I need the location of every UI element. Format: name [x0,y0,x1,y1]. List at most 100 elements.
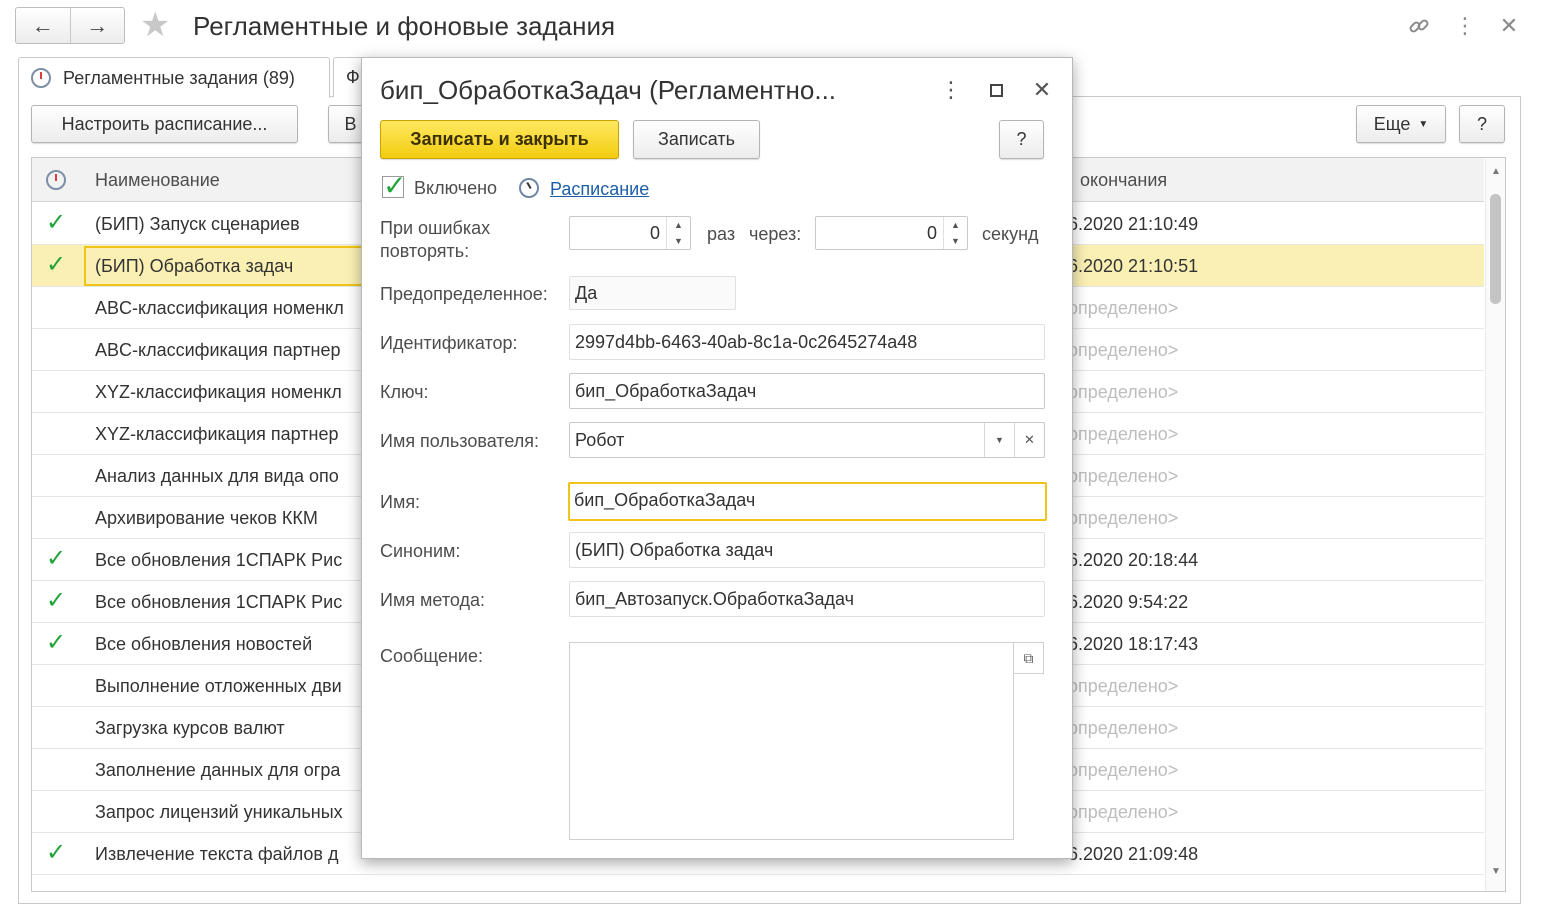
predefined-label: Предопределенное: [380,284,548,304]
end-time-cell: 6.2020 20:18:44 [1068,550,1199,570]
enabled-checkbox[interactable] [382,169,406,202]
end-time-cell: определено> [1068,298,1179,318]
user-value: Робот [575,430,625,450]
key-label: Ключ: [380,382,429,402]
job-name-cell: Анализ данных для вида опо [95,466,339,486]
scroll-down-icon[interactable]: ▼ [1491,866,1501,877]
job-name-cell: Все обновления 1СПАРК Рис [95,550,343,570]
job-name-cell: Архивирование чеков ККМ [95,508,318,528]
user-label: Имя пользователя: [380,431,540,451]
retry-count-input[interactable]: 0 ▲ ▼ [569,216,691,250]
dropdown-arrow-icon[interactable]: ▼ [984,423,1014,457]
enabled-check-icon: ✓ [46,629,67,656]
job-name-cell: (БИП) Запуск сценариев [95,214,300,234]
synonym-label: Синоним: [380,541,461,561]
end-time-cell: определено> [1068,718,1179,738]
forward-button[interactable]: → [69,8,125,43]
column-header-end[interactable]: окончания [1080,158,1167,202]
end-time-cell: 6.2020 21:09:48 [1068,844,1199,864]
vertical-dots-icon[interactable]: ⋮ [936,72,966,108]
dialog-help-button[interactable]: ? [999,120,1044,159]
dialog-title: бип_ОбработкаЗадач (Регламентно... [380,75,837,105]
enabled-check-icon: ✓ [46,587,67,614]
tab-scheduled-jobs[interactable]: Регламентные задания (89) [18,57,330,98]
save-and-close-button[interactable]: Записать и закрыть [380,120,619,159]
job-name-cell: ABC-классификация партнер [95,340,341,360]
message-textarea[interactable] [569,642,1014,840]
retry-label: При ошибках повторять: [380,218,491,261]
enabled-check-icon: ✓ [46,545,67,572]
end-time-cell: определено> [1068,340,1179,360]
job-name-cell: Загрузка курсов валют [95,718,285,738]
arrow-right-icon: → [86,12,109,38]
job-name-cell: Заполнение данных для огра [95,760,341,780]
dropdown-arrow-icon: ▼ [1418,118,1429,130]
column-header-name[interactable]: Наименование [95,158,220,202]
link-icon[interactable] [1404,8,1434,44]
maximize-button[interactable] [981,72,1011,108]
end-time-cell: определено> [1068,760,1179,780]
vertical-scrollbar[interactable]: ▲ ▼ [1485,158,1505,891]
clear-icon[interactable]: ✕ [1014,423,1044,457]
times-label: раз [707,224,736,244]
schedule-link[interactable]: Расписание [550,178,649,200]
end-time-cell: 6.2020 9:54:22 [1068,592,1189,612]
favorite-star-icon[interactable]: ★ [140,6,170,44]
synonym-field: (БИП) Обработка задач [569,532,1045,568]
save-button[interactable]: Записать [633,120,760,159]
retry-count-value: 0 [649,223,660,243]
more-button[interactable]: Еще ▼ [1356,105,1446,143]
vertical-dots-icon[interactable]: ⋮ [1450,8,1480,44]
close-icon: ✕ [1499,13,1519,38]
tab-label: Ф [346,67,360,87]
open-editor-icon[interactable]: ⧉ [1014,642,1044,674]
scrollbar-thumb[interactable] [1490,194,1501,304]
method-label: Имя метода: [380,590,486,610]
dialog-close-button[interactable]: ✕ [1027,72,1057,108]
name-label: Имя: [380,492,421,512]
enabled-label: Включено [414,178,498,198]
end-time-cell: определено> [1068,382,1179,402]
end-time-cell: 6.2020 21:10:51 [1068,256,1199,276]
clock-icon [46,170,66,190]
job-edit-dialog: бип_ОбработкаЗадач (Регламентно... ⋮ ✕ З… [361,57,1073,859]
tab-label: Регламентные задания (89) [63,67,295,88]
name-input[interactable]: бип_ОбработкаЗадач [568,482,1047,521]
user-select[interactable]: Робот ▼ ✕ [569,422,1045,458]
end-time-cell: 6.2020 18:17:43 [1068,634,1199,654]
end-time-cell: определено> [1068,508,1179,528]
job-name-cell: XYZ-классификация партнер [95,424,339,444]
message-label: Сообщение: [380,646,483,666]
retry-interval-input[interactable]: 0 ▲ ▼ [815,216,968,250]
job-name-cell: Все обновления новостей [95,634,313,654]
maximize-icon [989,83,1003,97]
help-button[interactable]: ? [1459,105,1505,143]
end-time-cell: определено> [1068,466,1179,486]
enabled-check-icon: ✓ [46,251,67,278]
schedule-icon [519,178,539,198]
end-time-cell: определено> [1068,802,1179,822]
retry-count-spinner[interactable]: ▲ ▼ [666,217,690,249]
after-label: через: [749,224,802,244]
end-time-cell: 6.2020 21:10:49 [1068,214,1199,234]
job-name-cell: Выполнение отложенных дви [95,676,342,696]
key-input[interactable]: бип_ОбработкаЗадач [569,373,1045,409]
id-label: Идентификатор: [380,333,518,353]
close-window-button[interactable]: ✕ [1494,8,1524,44]
retry-interval-spinner[interactable]: ▲ ▼ [943,217,967,249]
back-button[interactable]: ← [16,8,70,43]
clock-icon [31,68,51,88]
id-field: 2997d4bb-6463-40ab-8c1a-0c2645274a48 [569,324,1045,360]
job-name-cell: ABC-классификация номенкл [95,298,344,318]
scroll-up-icon[interactable]: ▲ [1491,166,1501,177]
job-name-cell: Извлечение текста файлов д [95,844,339,864]
job-name-cell: XYZ-классификация номенкл [95,382,342,402]
window-title: Регламентные и фоновые задания [193,11,616,41]
configure-schedule-button[interactable]: Настроить расписание... [31,105,298,143]
method-field: бип_Автозапуск.ОбработкаЗадач [569,581,1045,617]
close-icon: ✕ [1032,77,1052,102]
seconds-label: секунд [982,224,1039,244]
arrow-left-icon: ← [31,12,54,38]
end-time-cell: определено> [1068,676,1179,696]
end-time-cell: определено> [1068,424,1179,444]
